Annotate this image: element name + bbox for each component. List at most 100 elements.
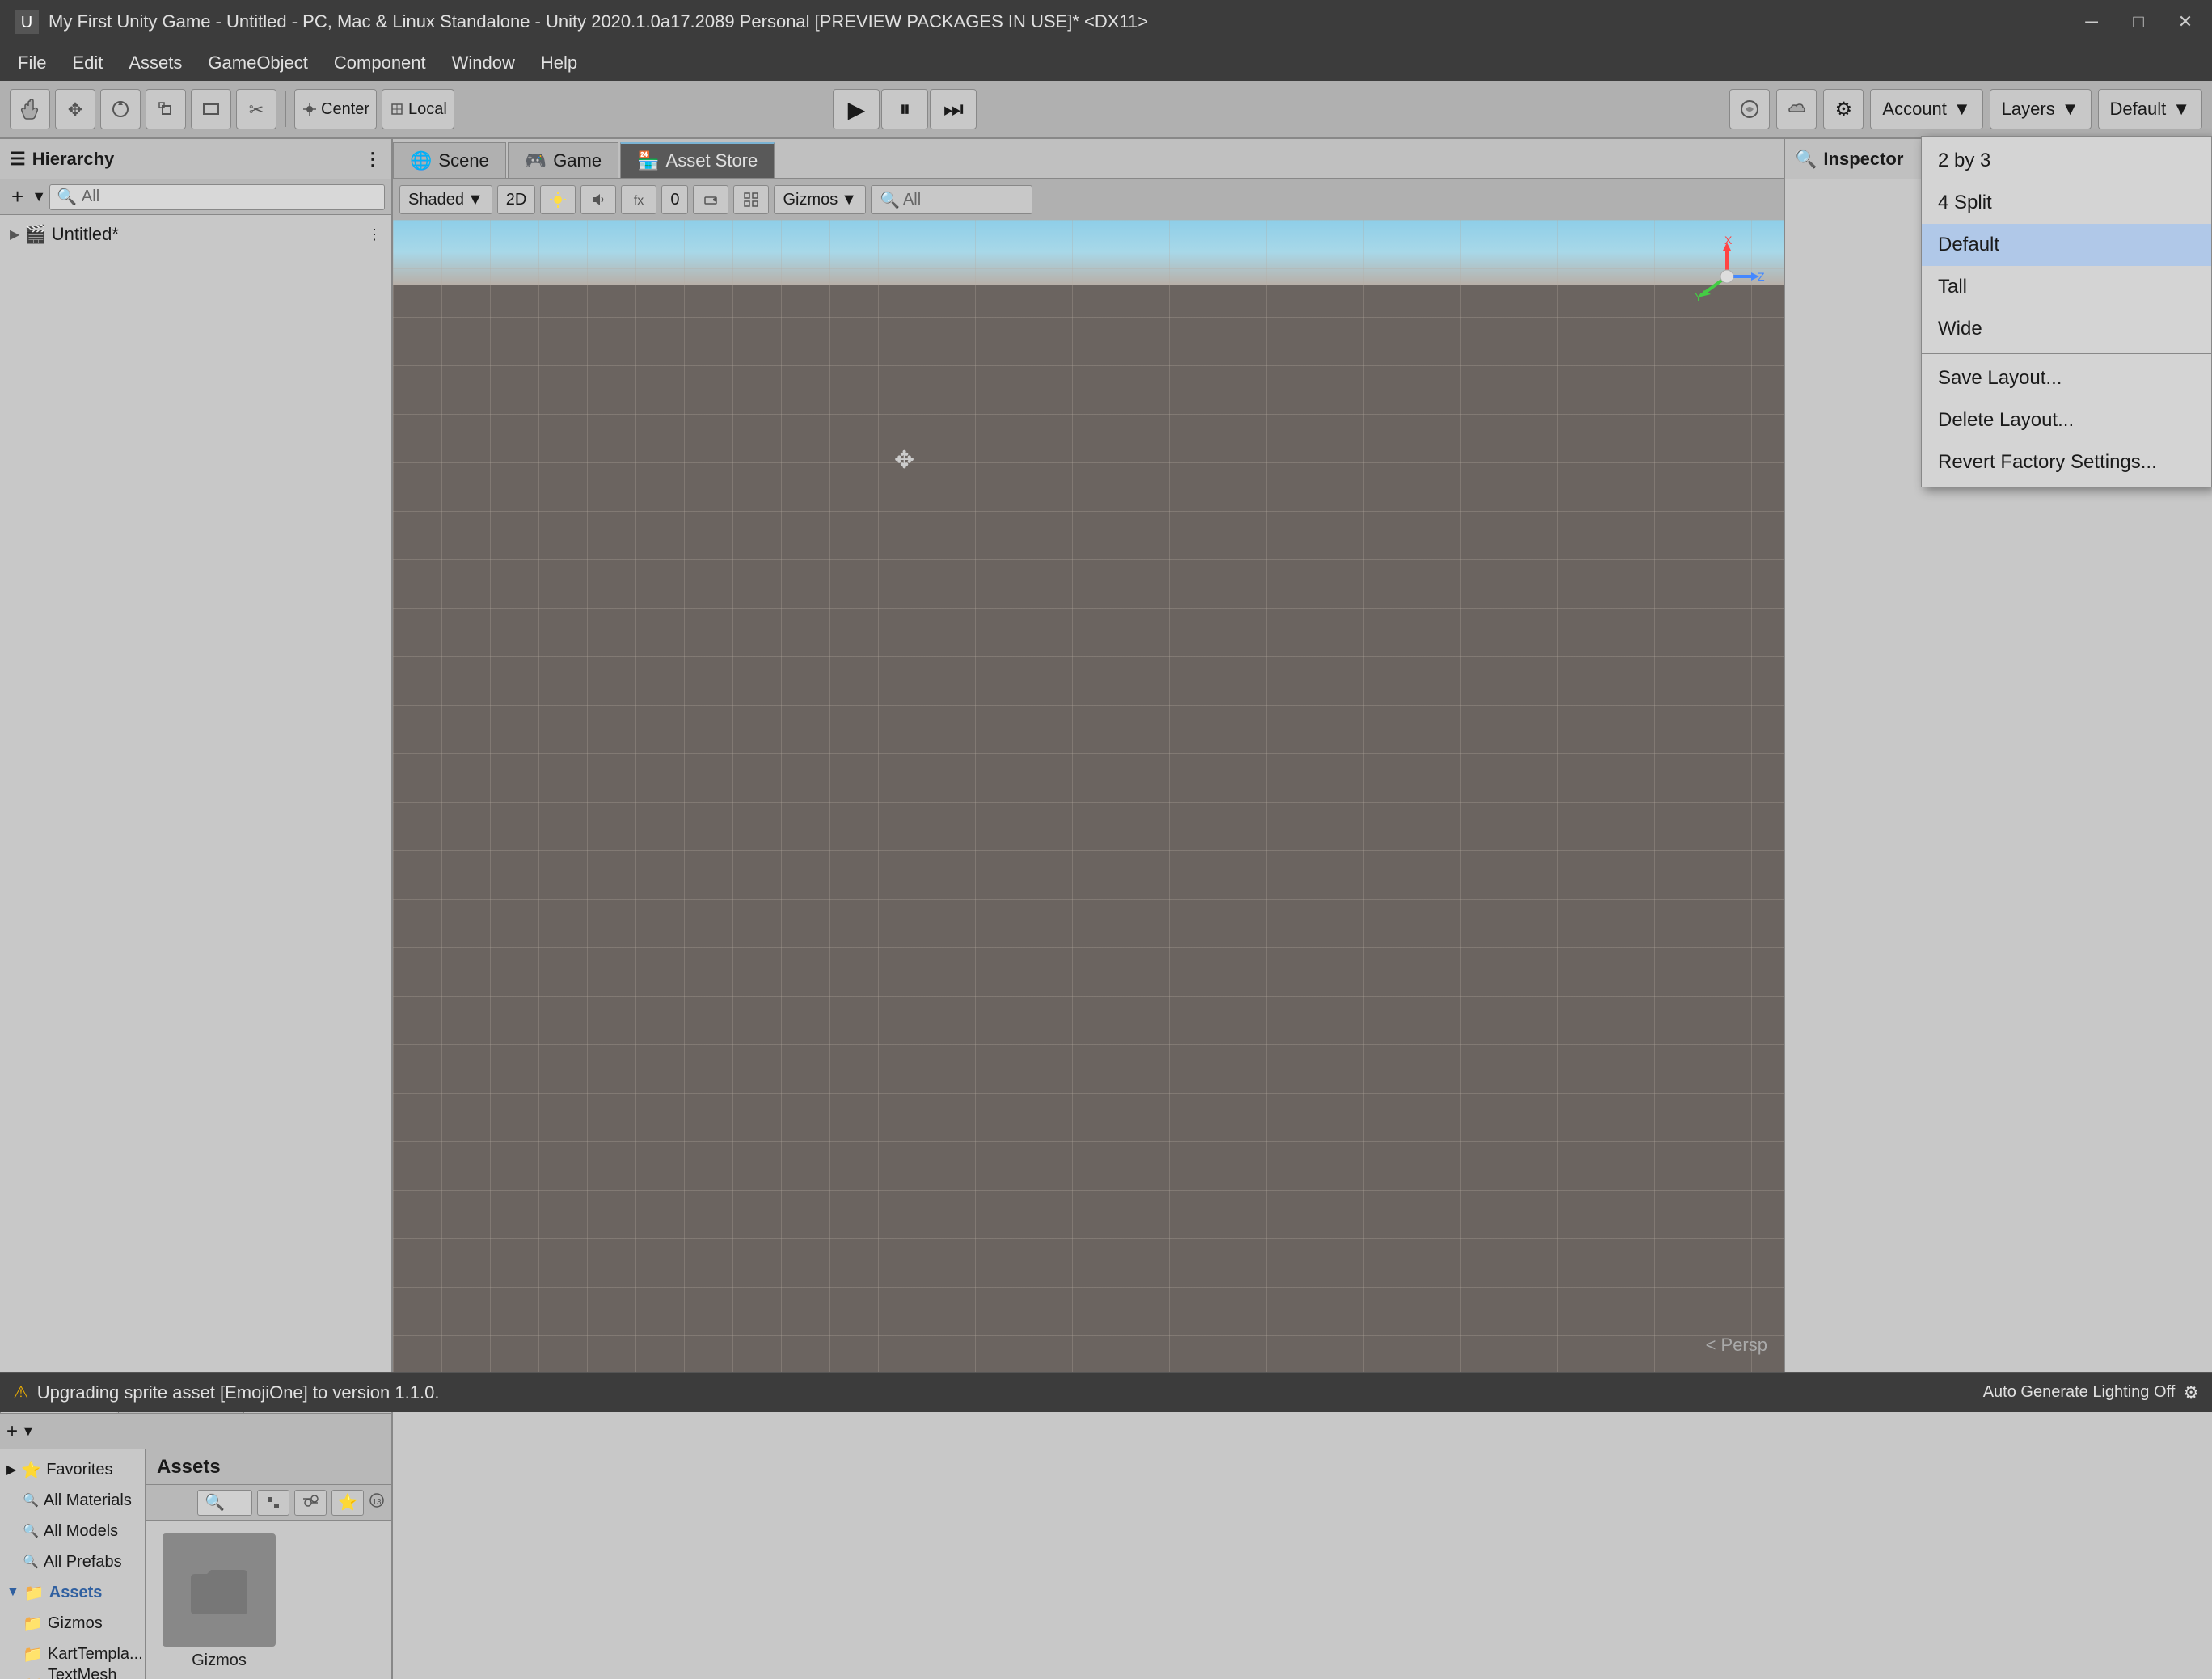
layout-4split[interactable]: 4 Split [1922,182,2211,224]
assets-label: Assets [49,1584,103,1602]
asset-filter-btn[interactable] [294,1490,327,1516]
tool-rect[interactable] [191,89,231,129]
tree-gizmos[interactable]: 📁 Gizmos [0,1608,145,1639]
menu-assets[interactable]: Assets [117,49,193,77]
gizmos-asset-label: Gizmos [192,1652,247,1670]
tool-move[interactable]: ✥ [55,89,95,129]
title-text: My First Unity Game - Untitled - PC, Mac… [49,11,2078,32]
maximize-button[interactable]: □ [2125,8,2152,36]
tool-hand[interactable] [10,89,50,129]
tree-all-prefabs[interactable]: 🔍 All Prefabs [0,1546,145,1577]
all-prefabs-label: All Prefabs [44,1553,122,1571]
minimize-button[interactable]: ─ [2078,8,2105,36]
layout-default-label: Default [1938,234,1999,256]
tool-transform[interactable]: ✂ [236,89,276,129]
status-bar: ⚠ Upgrading sprite asset [EmojiOne] to v… [0,1372,2212,1412]
menu-help[interactable]: Help [530,49,589,77]
layout-delete[interactable]: Delete Layout... [1922,399,2211,441]
asset-refresh-btn[interactable] [257,1490,289,1516]
scene-search-placeholder: All [903,191,921,209]
menu-edit[interactable]: Edit [61,49,114,77]
account-dropdown[interactable]: Account ▼ [1870,89,1982,129]
menu-window[interactable]: Window [441,49,526,77]
hierarchy-add-btn[interactable]: + [6,184,28,209]
hierarchy-item-menu[interactable]: ⋮ [367,226,382,243]
tab-game[interactable]: 🎮 Game [508,142,618,178]
gizmos-dropdown[interactable]: Gizmos ▼ [774,185,866,214]
asset-gizmos[interactable]: Gizmos [158,1533,280,1670]
scene-fx-extra[interactable] [693,185,728,214]
shading-dropdown[interactable]: Shaded ▼ [399,185,492,214]
center-area: 🌐 Scene 🎮 Game 🏪 Asset Store Shaded ▼ 2D [393,139,1784,1372]
layout-2by3[interactable]: 2 by 3 [1922,140,2211,182]
dropdown-separator-1 [1922,353,2211,354]
scene-gizmo[interactable]: Z X Y [1686,236,1767,317]
tree-favorites[interactable]: ▶ ⭐ Favorites [0,1454,145,1485]
settings-icon[interactable]: ⚙ [1823,89,1864,129]
status-warning-icon: ⚠ [13,1382,29,1403]
game-tab-label: Game [553,150,602,171]
pause-button[interactable]: ⏸ [881,89,928,129]
tree-all-models[interactable]: 🔍 All Models [0,1516,145,1546]
hierarchy-search-placeholder: All [82,188,99,206]
search-icon-sm: 🔍 [23,1492,39,1508]
star-icon: ⭐ [21,1460,41,1480]
favorites-arrow: ▶ [6,1462,16,1478]
camera-icon[interactable]: 0 [661,185,688,214]
tree-arrow-untitled: ▶ [10,226,19,243]
layers-dropdown-btn[interactable]: Layers ▼ [1990,89,2092,129]
menu-component[interactable]: Component [323,49,437,77]
layout-arrow: ▼ [2172,99,2190,120]
2d-label: 2D [506,191,527,209]
layout-wide[interactable]: Wide [1922,308,2211,350]
gizmos-label: Gizmos [783,191,838,209]
cloud-button[interactable] [1776,89,1817,129]
tool-scale[interactable] [146,89,186,129]
project-add-btn[interactable]: + [6,1420,18,1443]
layout-revert[interactable]: Revert Factory Settings... [1922,441,2211,483]
grid-toggle[interactable] [733,185,769,214]
layout-save[interactable]: Save Layout... [1922,357,2211,399]
hierarchy-item-untitled[interactable]: ▶ 🎬 Untitled* ⋮ [0,218,391,251]
scene-tab-label: Scene [438,150,488,171]
play-controls: ▶ ⏸ ⏭ [833,89,977,129]
tree-assets[interactable]: ▼ 📁 Assets [0,1577,145,1608]
layout-dropdown-btn[interactable]: Default ▼ [2098,89,2203,129]
play-button[interactable]: ▶ [833,89,880,129]
pivot-toggle[interactable]: Center [294,89,377,129]
asset-star-btn[interactable]: ⭐ [331,1490,364,1516]
layout-tall[interactable]: Tall [1922,266,2211,308]
all-models-label: All Models [44,1522,118,1541]
fx-toggle[interactable]: fx [621,185,656,214]
2d-toggle[interactable]: 2D [497,185,536,214]
space-toggle[interactable]: Local [382,89,454,129]
step-button[interactable]: ⏭ [930,89,977,129]
pivot-label: Center [321,100,369,119]
tab-scene[interactable]: 🌐 Scene [393,142,506,178]
gizmos-folder-icon: 📁 [23,1614,43,1634]
tree-kart-template[interactable]: 📁 KartTempla... [0,1639,145,1669]
close-button[interactable]: ✕ [2172,8,2199,36]
scene-search[interactable]: 🔍 All [871,185,1032,214]
hierarchy-dropdown-btn[interactable]: ▼ [32,188,46,205]
hierarchy-panel: ☰ Hierarchy ⋮ + ▼ 🔍 All ▶ 🎬 Untitled* ⋮ [0,139,393,1372]
collab-icon[interactable] [1729,89,1770,129]
layout-default[interactable]: Default [1922,224,2211,266]
tab-asset-store[interactable]: 🏪 Asset Store [620,142,775,178]
tool-rotate[interactable] [100,89,141,129]
tree-textmesh[interactable]: 📁 TextMesh P... [0,1669,145,1679]
status-right-label: Auto Generate Lighting Off [1983,1383,2176,1402]
main-layout: ☰ Hierarchy ⋮ + ▼ 🔍 All ▶ 🎬 Untitled* ⋮ … [0,139,2212,1372]
lighting-toggle[interactable] [540,185,576,214]
project-add-arrow[interactable]: ▼ [21,1423,36,1440]
layout-tall-label: Tall [1938,276,1967,298]
status-settings-icon[interactable]: ⚙ [2183,1382,2199,1403]
scene-viewport[interactable]: ✥ Z X Y [393,220,1784,1372]
tree-all-materials[interactable]: 🔍 All Materials [0,1485,145,1516]
hierarchy-search[interactable]: 🔍 All [49,184,385,210]
assets-search-box[interactable]: 🔍 [197,1490,252,1516]
menu-gameobject[interactable]: GameObject [196,49,319,77]
menu-file[interactable]: File [6,49,57,77]
hierarchy-menu-btn[interactable]: ⋮ [364,149,382,170]
audio-toggle[interactable] [580,185,616,214]
